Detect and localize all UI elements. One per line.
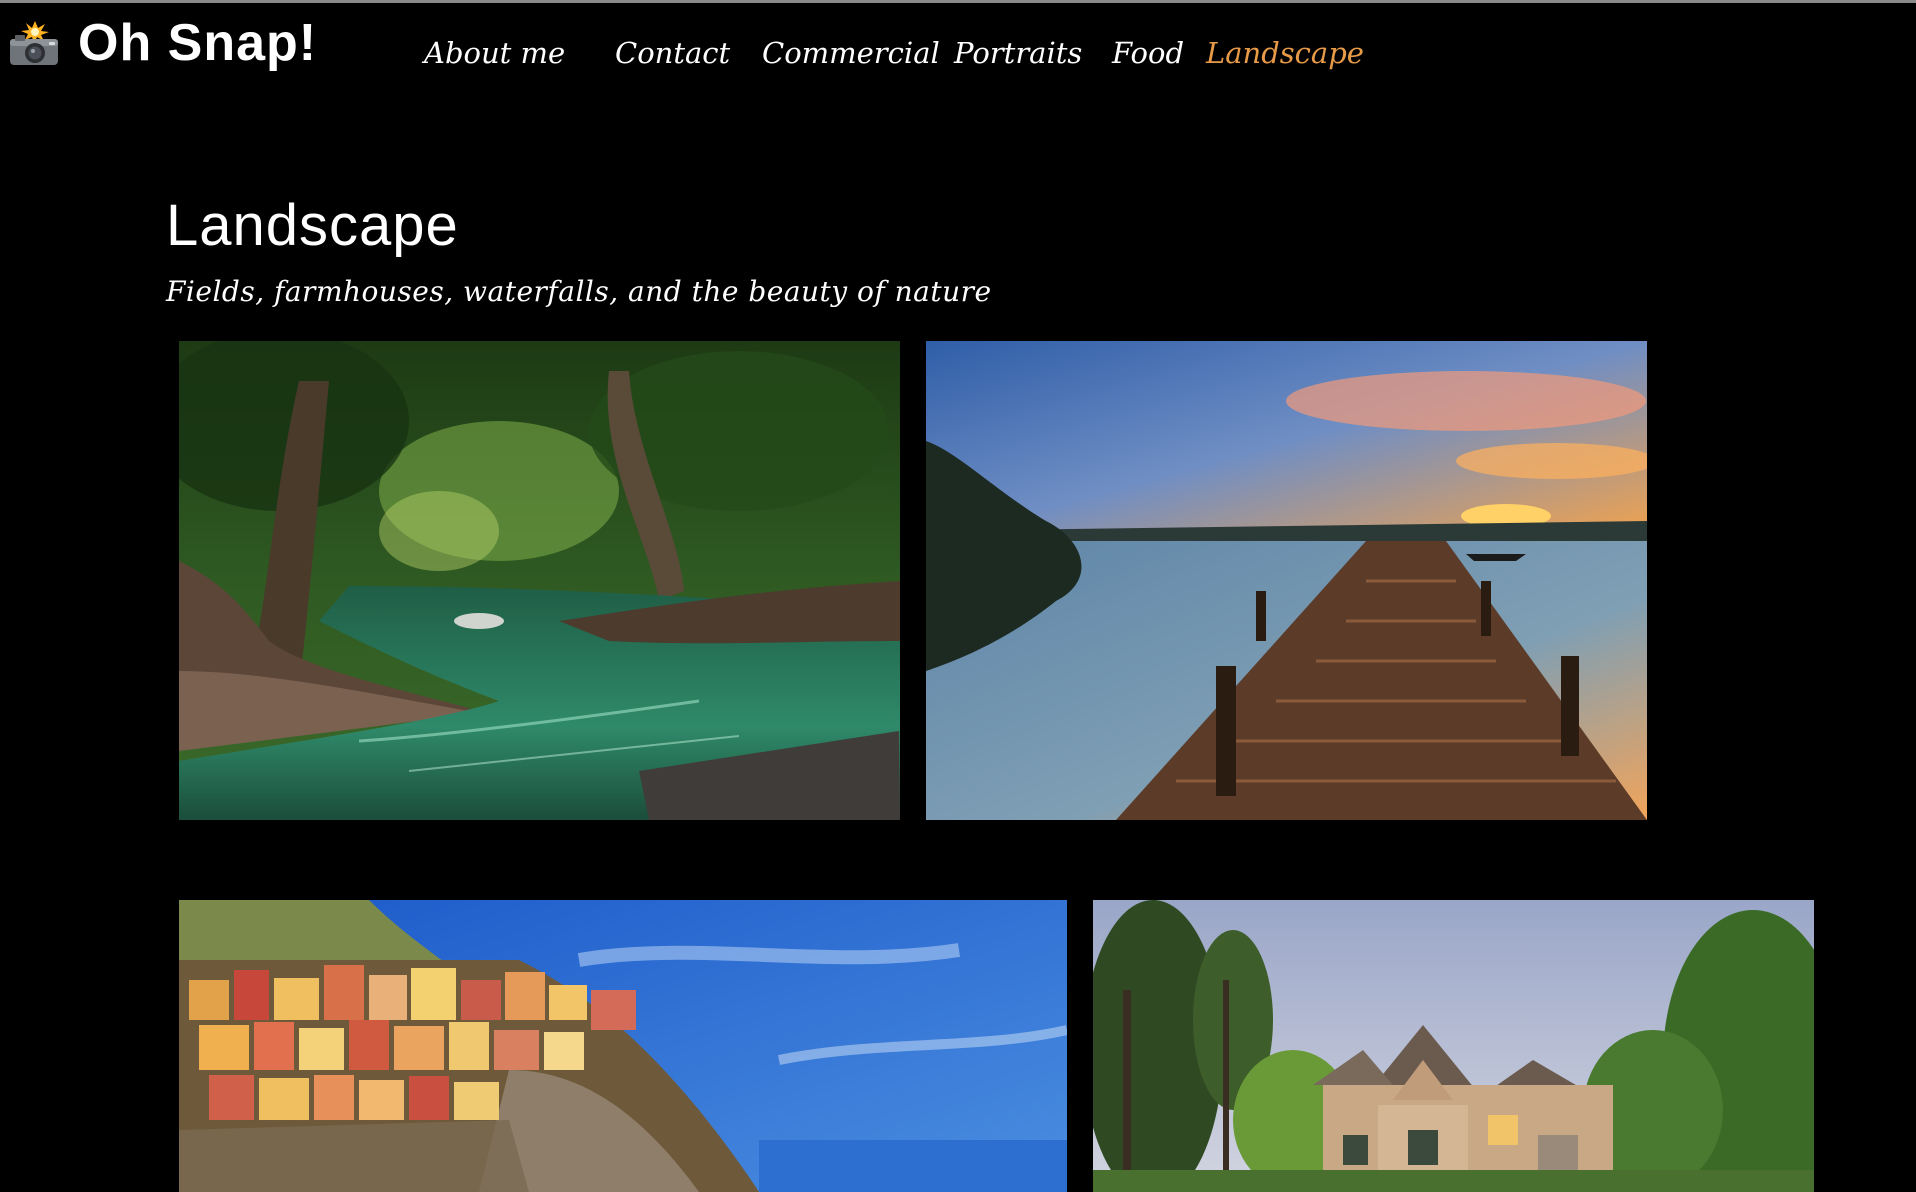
photo-forest-river[interactable] (179, 341, 900, 820)
site-title: Oh Snap! (78, 14, 318, 72)
page-subtitle: Fields, farmhouses, waterfalls, and the … (166, 275, 992, 308)
site-header: Oh Snap! About me Contact Commercial Por… (0, 3, 1916, 103)
photo-cliffside-village[interactable] (179, 900, 1067, 1192)
nav-landscape[interactable]: Landscape (1206, 33, 1364, 73)
page-title: Landscape (166, 193, 459, 258)
camera-flash-icon (8, 19, 60, 67)
photo-stone-house[interactable] (1093, 900, 1814, 1192)
photo-lake-pier[interactable] (926, 341, 1647, 820)
nav-about-me[interactable]: About me (424, 33, 565, 73)
brand-home-link[interactable]: Oh Snap! (8, 13, 317, 73)
nav-food[interactable]: Food (1112, 33, 1184, 73)
nav-contact[interactable]: Contact (615, 33, 730, 73)
nav-portraits[interactable]: Portraits (954, 33, 1082, 73)
nav-commercial[interactable]: Commercial (762, 33, 940, 73)
